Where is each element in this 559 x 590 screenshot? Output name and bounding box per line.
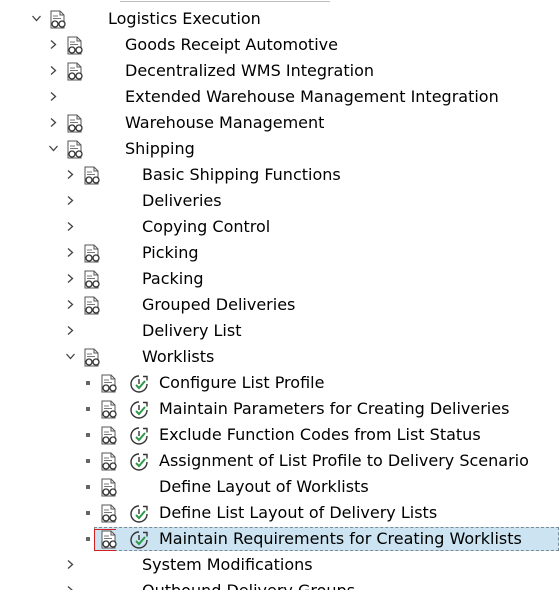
tree-node-deliveries[interactable]: Deliveries: [0, 189, 559, 215]
execute-clock-icon[interactable]: [129, 504, 149, 524]
tree-node-label: Logistics Execution: [108, 9, 261, 28]
tree-activity-define-list-layout[interactable]: Define List Layout of Delivery Lists: [0, 501, 559, 527]
tree-node-label: Shipping: [125, 139, 195, 158]
document-glasses-icon[interactable]: [99, 530, 119, 550]
leaf-bullet: [86, 433, 90, 437]
tree-node-label: Extended Warehouse Management Integratio…: [125, 87, 499, 106]
tree-node-label: Delivery List: [142, 321, 242, 340]
leaf-bullet: [86, 459, 90, 463]
chevron-right-icon[interactable]: [49, 66, 58, 75]
tree-activity-maintain-parameters[interactable]: Maintain Parameters for Creating Deliver…: [0, 397, 559, 423]
execute-clock-icon[interactable]: [129, 400, 149, 420]
tree-node-packing[interactable]: Packing: [0, 267, 559, 293]
tree-activity-define-layout-worklists[interactable]: Define Layout of Worklists: [0, 475, 559, 501]
document-glasses-icon: [65, 140, 85, 160]
leaf-bullet: [86, 511, 90, 515]
chevron-right-icon[interactable]: [66, 326, 75, 335]
tree-activity-configure-list-profile[interactable]: Configure List Profile: [0, 371, 559, 397]
document-glasses-icon[interactable]: [99, 374, 119, 394]
execute-clock-icon[interactable]: [129, 452, 149, 472]
document-glasses-icon: [65, 114, 85, 134]
tree-node-label: Worklists: [142, 347, 215, 366]
execute-clock-icon[interactable]: [129, 426, 149, 446]
chevron-right-icon[interactable]: [66, 560, 75, 569]
tree-node-label: Basic Shipping Functions: [142, 165, 341, 184]
document-glasses-icon: [48, 10, 68, 30]
chevron-down-icon[interactable]: [66, 352, 75, 361]
chevron-right-icon[interactable]: [49, 118, 58, 127]
tree-node-label: Goods Receipt Automotive: [125, 35, 338, 54]
document-glasses-icon: [82, 296, 102, 316]
document-glasses-icon[interactable]: [99, 478, 119, 498]
tree-node-label: System Modifications: [142, 555, 313, 574]
tree-node-label: Define List Layout of Delivery Lists: [159, 503, 438, 522]
document-glasses-icon: [82, 270, 102, 290]
tree-node-label: Define Layout of Worklists: [159, 477, 369, 496]
document-glasses-icon: [82, 244, 102, 264]
execute-clock-icon[interactable]: [129, 374, 149, 394]
leaf-bullet: [86, 485, 90, 489]
tree-node-label: Grouped Deliveries: [142, 295, 296, 314]
document-glasses-icon: [82, 166, 102, 186]
tree-node-delivery-list[interactable]: Delivery List: [0, 319, 559, 345]
chevron-right-icon[interactable]: [66, 248, 75, 257]
tree-node-worklists[interactable]: Worklists: [0, 345, 559, 371]
tree-node-goods-receipt-automotive[interactable]: Goods Receipt Automotive: [0, 33, 559, 59]
tree-node-label: Deliveries: [142, 191, 222, 210]
chevron-down-icon[interactable]: [32, 14, 41, 23]
tree-node-system-modifications[interactable]: System Modifications: [0, 553, 559, 579]
document-glasses-icon: [65, 36, 85, 56]
tree-node-decentralized-wms[interactable]: Decentralized WMS Integration: [0, 59, 559, 85]
chevron-right-icon[interactable]: [66, 170, 75, 179]
tree-node-copying-control[interactable]: Copying Control: [0, 215, 559, 241]
document-glasses-icon[interactable]: [99, 400, 119, 420]
document-glasses-icon: [82, 348, 102, 368]
tree-node-picking[interactable]: Picking: [0, 241, 559, 267]
chevron-right-icon[interactable]: [66, 222, 75, 231]
tree-activity-assignment-list-profile[interactable]: Assignment of List Profile to Delivery S…: [0, 449, 559, 475]
tree-node-label: Picking: [142, 243, 199, 262]
leaf-bullet: [86, 537, 90, 541]
chevron-right-icon[interactable]: [66, 196, 75, 205]
tree-node-label: Assignment of List Profile to Delivery S…: [159, 451, 529, 470]
tree-node-label: Copying Control: [142, 217, 271, 236]
tree-node-label: Decentralized WMS Integration: [125, 61, 375, 80]
tree-node-label: Maintain Requirements for Creating Workl…: [159, 529, 522, 548]
tree-node-label: Packing: [142, 269, 204, 288]
tree-node-basic-shipping-functions[interactable]: Basic Shipping Functions: [0, 163, 559, 189]
tree-node-logistics-execution[interactable]: Logistics Execution: [0, 7, 559, 33]
tree-node-outbound-delivery-groups[interactable]: Outbound Delivery Groups: [0, 579, 559, 590]
leaf-bullet: [86, 407, 90, 411]
chevron-right-icon[interactable]: [49, 40, 58, 49]
document-glasses-icon: [65, 62, 85, 82]
tree-activity-maintain-requirements[interactable]: Maintain Requirements for Creating Workl…: [0, 527, 559, 553]
tree-node-label: Exclude Function Codes from List Status: [159, 425, 481, 444]
tree-node-label: Maintain Parameters for Creating Deliver…: [159, 399, 510, 418]
tree-node-grouped-deliveries[interactable]: Grouped Deliveries: [0, 293, 559, 319]
chevron-right-icon[interactable]: [66, 274, 75, 283]
chevron-down-icon[interactable]: [49, 144, 58, 153]
tree-node-ewm-integration[interactable]: Extended Warehouse Management Integratio…: [0, 85, 559, 111]
execute-clock-icon[interactable]: [129, 530, 149, 550]
document-glasses-icon[interactable]: [99, 452, 119, 472]
leaf-bullet: [86, 381, 90, 385]
chevron-right-icon[interactable]: [66, 300, 75, 309]
document-glasses-icon[interactable]: [99, 504, 119, 524]
tree-node-warehouse-management[interactable]: Warehouse Management: [0, 111, 559, 137]
tree-node-label: Configure List Profile: [159, 373, 325, 392]
document-glasses-icon[interactable]: [99, 426, 119, 446]
chevron-right-icon[interactable]: [49, 92, 58, 101]
tree-node-label: Outbound Delivery Groups: [142, 581, 355, 590]
tree-node-shipping[interactable]: Shipping: [0, 137, 559, 163]
tree-activity-exclude-function-codes[interactable]: Exclude Function Codes from List Status: [0, 423, 559, 449]
tree-node-label: Warehouse Management: [125, 113, 325, 132]
chevron-right-icon[interactable]: [66, 586, 75, 590]
tree-node-partial-top: [0, 0, 559, 5]
